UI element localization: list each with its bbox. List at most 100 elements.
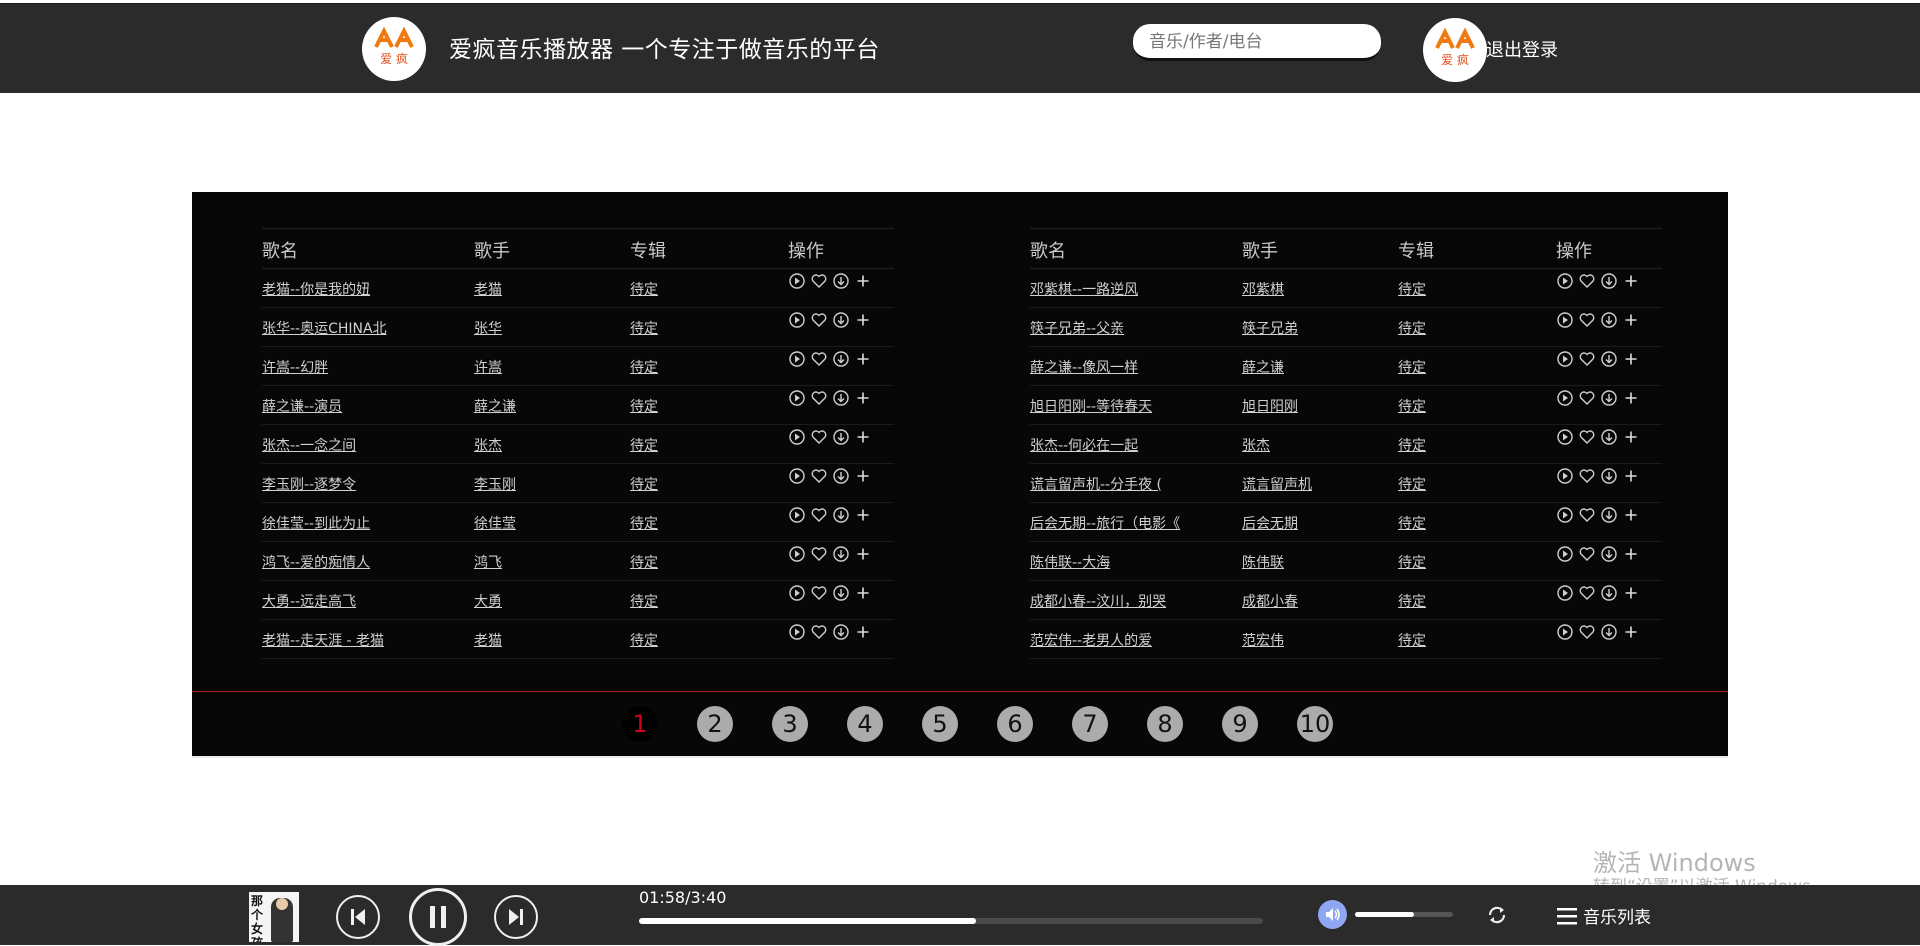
album-link[interactable]: 待定: [1398, 513, 1426, 533]
singer-link[interactable]: 薛之谦: [1242, 357, 1284, 377]
play-circle-icon[interactable]: [788, 311, 806, 329]
song-name-link[interactable]: 后会无期--旅行（电影《: [1030, 513, 1180, 533]
play-circle-icon[interactable]: [788, 623, 806, 641]
album-link[interactable]: 待定: [1398, 435, 1426, 455]
plus-icon[interactable]: [854, 623, 872, 641]
loop-button[interactable]: [1484, 902, 1510, 928]
album-link[interactable]: 待定: [630, 591, 658, 611]
song-name-link[interactable]: 张杰--何必在一起: [1030, 435, 1138, 455]
heart-icon[interactable]: [1578, 506, 1596, 524]
singer-link[interactable]: 成都小春: [1242, 591, 1298, 611]
play-circle-icon[interactable]: [788, 467, 806, 485]
play-circle-icon[interactable]: [1556, 311, 1574, 329]
album-link[interactable]: 待定: [630, 435, 658, 455]
play-circle-icon[interactable]: [788, 272, 806, 290]
plus-icon[interactable]: [1622, 311, 1640, 329]
heart-icon[interactable]: [1578, 623, 1596, 641]
song-name-link[interactable]: 薛之谦--演员: [262, 396, 342, 416]
song-name-link[interactable]: 张杰--一念之间: [262, 435, 356, 455]
download-icon[interactable]: [1600, 584, 1618, 602]
plus-icon[interactable]: [854, 350, 872, 368]
song-name-link[interactable]: 徐佳莹--到此为止: [262, 513, 370, 533]
heart-icon[interactable]: [810, 506, 828, 524]
play-circle-icon[interactable]: [788, 545, 806, 563]
album-link[interactable]: 待定: [630, 357, 658, 377]
singer-link[interactable]: 大勇: [474, 591, 502, 611]
download-icon[interactable]: [1600, 311, 1618, 329]
page-7-button[interactable]: 7: [1072, 706, 1108, 742]
singer-link[interactable]: 陈伟联: [1242, 552, 1284, 572]
page-9-button[interactable]: 9: [1222, 706, 1258, 742]
song-name-link[interactable]: 谎言留声机--分手夜 (: [1030, 474, 1162, 494]
heart-icon[interactable]: [810, 545, 828, 563]
heart-icon[interactable]: [1578, 350, 1596, 368]
download-icon[interactable]: [832, 506, 850, 524]
singer-link[interactable]: 张杰: [1242, 435, 1270, 455]
song-name-link[interactable]: 陈伟联--大海: [1030, 552, 1110, 572]
plus-icon[interactable]: [1622, 506, 1640, 524]
download-icon[interactable]: [1600, 428, 1618, 446]
song-name-link[interactable]: 许嵩--幻胖: [262, 357, 328, 377]
plus-icon[interactable]: [854, 311, 872, 329]
playlist-button[interactable]: 音乐列表: [1555, 903, 1651, 928]
download-icon[interactable]: [1600, 467, 1618, 485]
download-icon[interactable]: [1600, 506, 1618, 524]
plus-icon[interactable]: [1622, 623, 1640, 641]
play-circle-icon[interactable]: [1556, 389, 1574, 407]
download-icon[interactable]: [832, 584, 850, 602]
song-name-link[interactable]: 张华--奥运CHINA北: [262, 318, 387, 338]
plus-icon[interactable]: [1622, 272, 1640, 290]
singer-link[interactable]: 许嵩: [474, 357, 502, 377]
heart-icon[interactable]: [1578, 584, 1596, 602]
heart-icon[interactable]: [810, 389, 828, 407]
album-link[interactable]: 待定: [1398, 474, 1426, 494]
album-link[interactable]: 待定: [630, 279, 658, 299]
plus-icon[interactable]: [854, 428, 872, 446]
download-icon[interactable]: [1600, 350, 1618, 368]
heart-icon[interactable]: [1578, 389, 1596, 407]
download-icon[interactable]: [1600, 389, 1618, 407]
play-circle-icon[interactable]: [1556, 467, 1574, 485]
album-link[interactable]: 待定: [630, 318, 658, 338]
heart-icon[interactable]: [1578, 428, 1596, 446]
page-1-button[interactable]: 1: [622, 706, 658, 742]
singer-link[interactable]: 薛之谦: [474, 396, 516, 416]
singer-link[interactable]: 鸿飞: [474, 552, 502, 572]
download-icon[interactable]: [832, 350, 850, 368]
plus-icon[interactable]: [1622, 545, 1640, 563]
plus-icon[interactable]: [1622, 389, 1640, 407]
singer-link[interactable]: 旭日阳刚: [1242, 396, 1298, 416]
page-4-button[interactable]: 4: [847, 706, 883, 742]
download-icon[interactable]: [832, 389, 850, 407]
volume-icon[interactable]: [1318, 900, 1347, 929]
plus-icon[interactable]: [854, 272, 872, 290]
play-circle-icon[interactable]: [1556, 428, 1574, 446]
play-circle-icon[interactable]: [788, 350, 806, 368]
download-icon[interactable]: [832, 311, 850, 329]
page-10-button[interactable]: 10: [1297, 706, 1333, 742]
heart-icon[interactable]: [810, 350, 828, 368]
song-name-link[interactable]: 旭日阳刚--等待春天: [1030, 396, 1152, 416]
album-link[interactable]: 待定: [1398, 591, 1426, 611]
progress-bar[interactable]: [639, 918, 1263, 924]
singer-link[interactable]: 范宏伟: [1242, 630, 1284, 650]
album-link[interactable]: 待定: [630, 474, 658, 494]
user-avatar[interactable]: 爱 疯: [1423, 18, 1487, 82]
plus-icon[interactable]: [854, 389, 872, 407]
heart-icon[interactable]: [1578, 545, 1596, 563]
download-icon[interactable]: [832, 272, 850, 290]
song-name-link[interactable]: 筷子兄弟--父亲: [1030, 318, 1124, 338]
page-5-button[interactable]: 5: [922, 706, 958, 742]
album-link[interactable]: 待定: [1398, 552, 1426, 572]
song-name-link[interactable]: 薛之谦--像风一样: [1030, 357, 1138, 377]
play-circle-icon[interactable]: [788, 506, 806, 524]
heart-icon[interactable]: [1578, 467, 1596, 485]
volume-slider[interactable]: [1355, 912, 1453, 917]
song-name-link[interactable]: 邓紫棋--一路逆风: [1030, 279, 1138, 299]
download-icon[interactable]: [1600, 623, 1618, 641]
next-button[interactable]: [494, 895, 538, 939]
play-circle-icon[interactable]: [788, 428, 806, 446]
plus-icon[interactable]: [1622, 584, 1640, 602]
search-input[interactable]: [1147, 24, 1371, 60]
album-link[interactable]: 待定: [1398, 279, 1426, 299]
